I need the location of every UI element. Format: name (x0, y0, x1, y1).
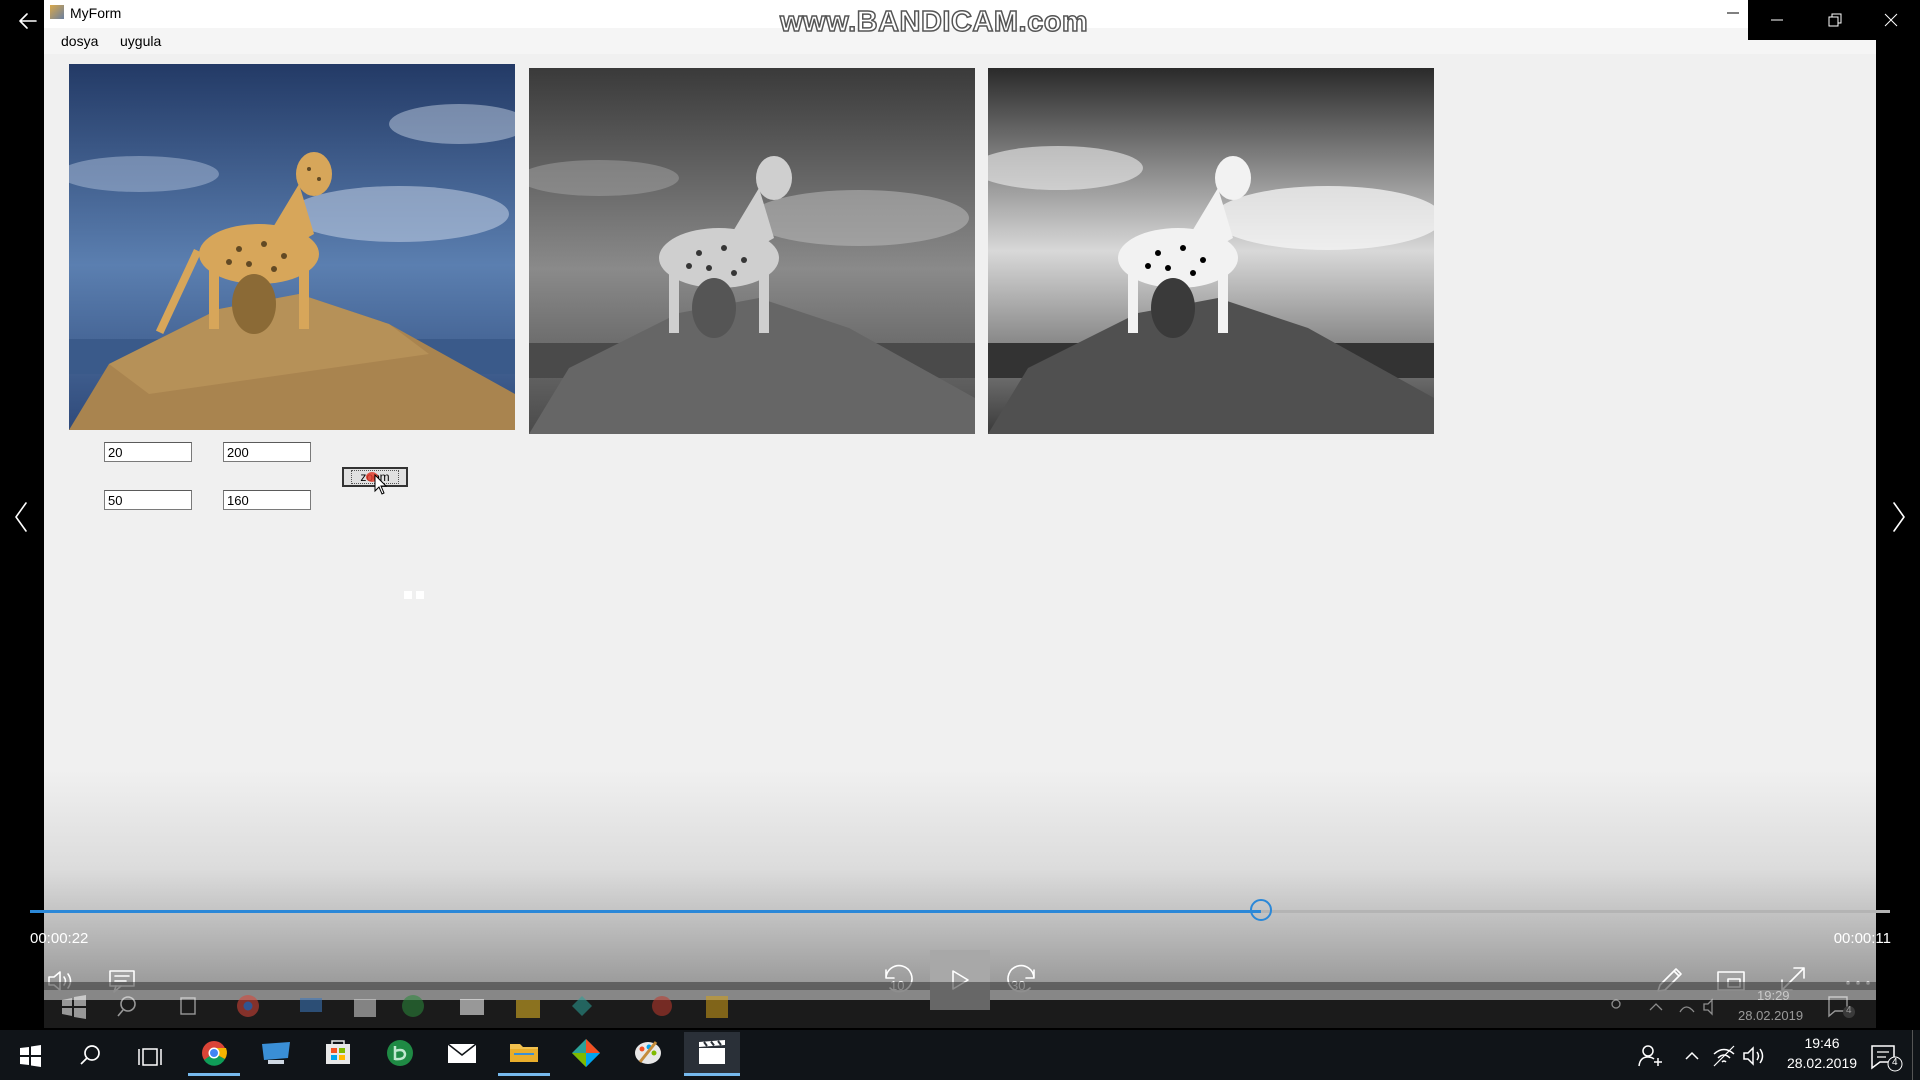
back-button[interactable] (14, 8, 44, 34)
player-restore-button[interactable] (1806, 0, 1864, 40)
task-view-button[interactable] (132, 1040, 168, 1072)
taskbar-app-diamond[interactable] (560, 1032, 612, 1076)
taskbar-date: 28.02.2019 (1786, 1055, 1858, 1071)
elapsed-time: 00:00:22 (30, 930, 89, 947)
chevron-right-icon (1893, 502, 1905, 532)
notification-icon (1871, 1045, 1903, 1072)
taskbar-clock[interactable]: 19:46 28.02.2019 (1772, 1032, 1872, 1078)
window-title: MyForm (70, 5, 122, 21)
inner-notification-icon: 4 (1826, 994, 1856, 1020)
input-2[interactable] (223, 442, 311, 462)
people-icon (1638, 1045, 1662, 1067)
seek-bar-fill (30, 910, 1262, 913)
taskbar-time: 19:46 (1804, 1035, 1840, 1051)
input-3[interactable] (104, 490, 192, 510)
mail-icon (447, 1043, 477, 1063)
minimize-icon (1727, 12, 1739, 14)
back-arrow-icon (19, 13, 37, 29)
task-view-icon (138, 1048, 162, 1066)
taskbar-movies[interactable] (684, 1032, 740, 1076)
remote-desktop-icon (262, 1042, 290, 1064)
taskbar-chrome[interactable] (188, 1032, 240, 1076)
next-button[interactable] (1884, 495, 1914, 539)
notification-count: 4 (1892, 1057, 1898, 1068)
windows-logo-icon (20, 1045, 41, 1067)
diamond-app-icon (572, 1039, 600, 1067)
contrast-image (988, 68, 1434, 434)
inner-taskbar-date: 28.02.2019 (1738, 1008, 1804, 1023)
mouse-cursor-icon (374, 474, 388, 495)
store-icon (326, 1040, 350, 1064)
minimize-icon (1771, 19, 1783, 21)
grayscale-image (529, 68, 975, 434)
input-4[interactable] (223, 490, 311, 510)
close-icon (1884, 13, 1898, 27)
green-circle-app-icon (387, 1040, 413, 1066)
player-close-button[interactable] (1862, 0, 1920, 40)
search-button[interactable] (72, 1040, 108, 1072)
search-icon (80, 1045, 100, 1065)
inner-taskbar-apps (56, 990, 756, 1024)
clapperboard-icon (699, 1040, 725, 1064)
folder-icon (510, 1044, 538, 1062)
inner-taskbar-time: 19:29 (1757, 988, 1790, 1003)
taskbar-store[interactable] (312, 1032, 364, 1076)
taskbar-mail[interactable] (436, 1032, 488, 1076)
input-1[interactable] (104, 442, 192, 462)
menu-uygula[interactable]: uygula (120, 33, 161, 49)
taskbar-remote-desktop[interactable] (250, 1032, 302, 1076)
taskbar-app-green[interactable] (374, 1032, 426, 1076)
people-button[interactable] (1632, 1042, 1664, 1070)
restore-icon (1828, 13, 1842, 27)
paint-icon (635, 1041, 661, 1064)
taskbar-file-explorer[interactable] (498, 1032, 550, 1076)
show-desktop-button[interactable] (1912, 1030, 1920, 1080)
loading-dots (404, 591, 426, 599)
wifi-icon (1713, 1045, 1735, 1067)
action-center-button[interactable]: 4 (1864, 1040, 1908, 1074)
player-minimize-button[interactable] (1748, 0, 1806, 40)
inner-notification-count: 4 (1846, 1005, 1852, 1016)
start-button[interactable] (12, 1040, 48, 1072)
seek-bar[interactable] (30, 899, 1890, 921)
chevron-up-icon (1685, 1051, 1699, 1060)
previous-button[interactable] (6, 495, 36, 539)
inner-taskbar-tray (1600, 992, 1720, 1022)
remaining-time: 00:00:11 (1833, 930, 1891, 947)
chrome-icon (202, 1041, 227, 1066)
volume-tray-button[interactable] (1740, 1042, 1768, 1070)
original-image (69, 64, 515, 430)
bandicam-watermark: www.BANDICAM.com (779, 5, 1089, 39)
network-button[interactable] (1710, 1042, 1738, 1070)
chevron-left-icon (15, 502, 27, 532)
tray-overflow-button[interactable] (1678, 1042, 1706, 1070)
taskbar-paint[interactable] (622, 1032, 674, 1076)
app-icon (50, 5, 64, 19)
menu-dosya[interactable]: dosya (61, 33, 98, 49)
speaker-icon (1743, 1046, 1764, 1066)
